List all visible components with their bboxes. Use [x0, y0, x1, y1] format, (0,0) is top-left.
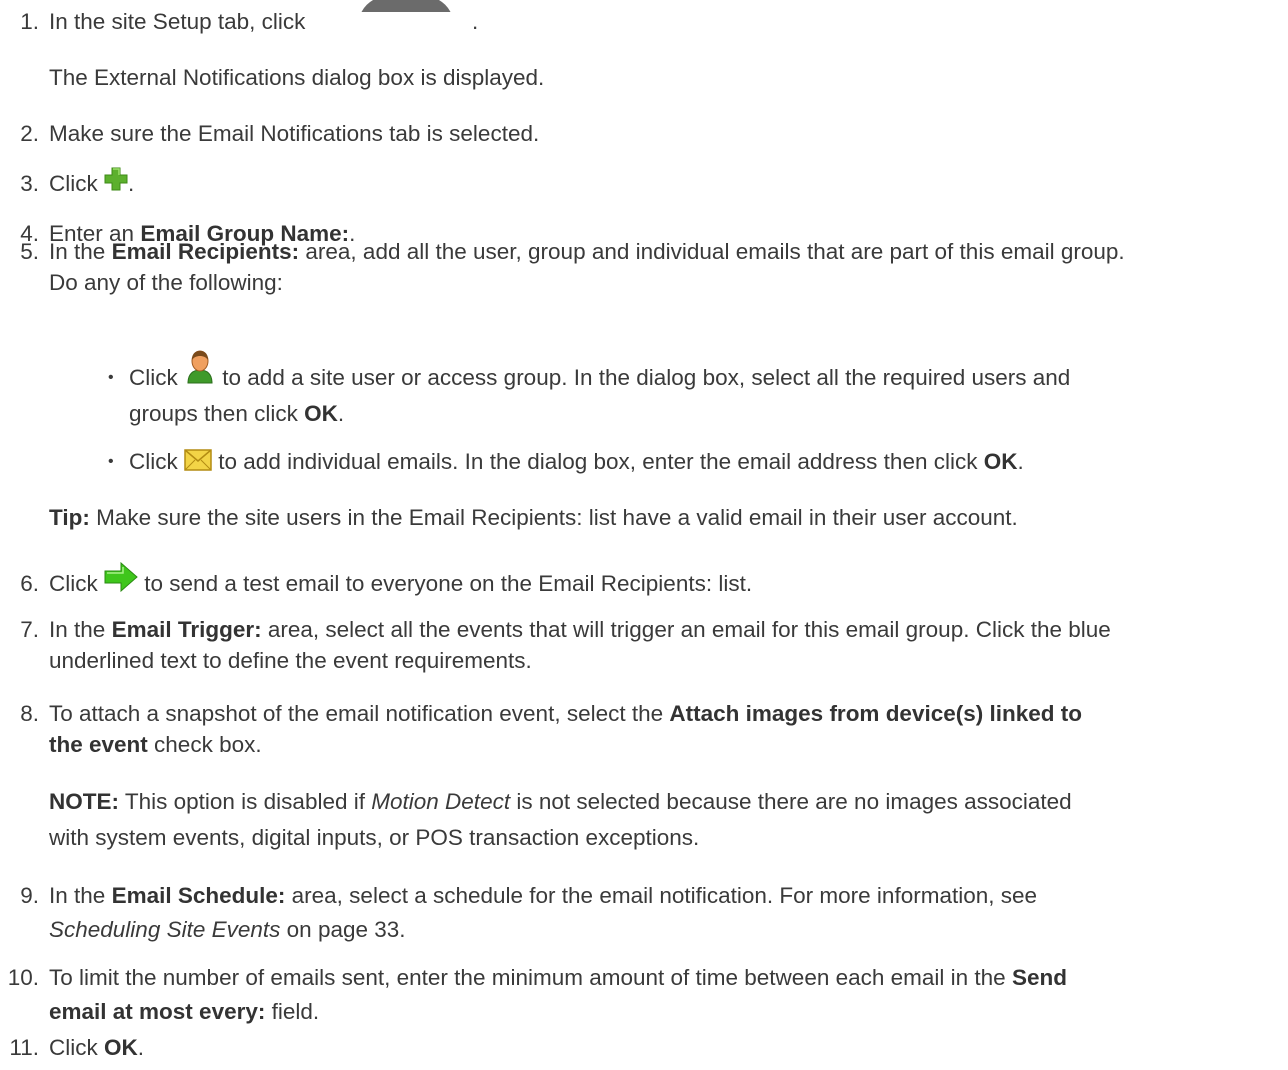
step-10-bold: Send	[1011, 965, 1067, 990]
step-7-line2: underlined text to define the event requ…	[49, 648, 532, 673]
step-number: 11.	[9, 1035, 39, 1060]
step-10-line2-post: field.	[271, 999, 320, 1024]
step-number: 8.	[20, 701, 39, 726]
step-8-pre: To attach a snapshot of the email notifi…	[49, 701, 664, 726]
bullet-1-post: to add a site user or access group. In t…	[222, 365, 1071, 390]
step-3-text: Click .	[49, 167, 135, 199]
step-8-line2: the event check box.	[49, 729, 262, 760]
step-7-text: In the Email Trigger: area, select all t…	[49, 614, 1111, 645]
step-9-pre: In the	[49, 883, 106, 908]
note-pre: This option is disabled if	[124, 789, 365, 814]
scheduling-link[interactable]: Scheduling Site Events	[49, 917, 280, 942]
step-8-bold: Attach images from device(s) linked to	[669, 701, 1082, 726]
bullet-2-ok: OK	[983, 449, 1018, 474]
bullet-1-pre: Click	[129, 365, 178, 390]
tip-body: Make sure the site users in the Email Re…	[96, 505, 1018, 530]
step-8-line2-post: check box.	[154, 732, 262, 757]
step-9-line2-post: on page 33.	[286, 917, 406, 942]
step-5-bold: Email Recipients:	[111, 239, 300, 264]
tip-label: Tip:	[49, 505, 90, 530]
bullet-1-line2-pre: groups then click	[129, 401, 298, 426]
step-8-line2-bold: the event	[49, 732, 148, 757]
step-10-line2: email at most every: field.	[49, 996, 319, 1027]
step-10-line2-bold: email at most every:	[49, 999, 266, 1024]
step-5-text: In the Email Recipients: area, add all t…	[49, 236, 1125, 267]
note-italic: Motion Detect	[371, 789, 511, 814]
tip-text: Tip: Make sure the site users in the Ema…	[49, 502, 1018, 533]
step-8-text: To attach a snapshot of the email notifi…	[49, 698, 1082, 729]
step-6-pre: Click	[49, 571, 98, 596]
step-7-pre: In the	[49, 617, 106, 642]
step-1-result: The External Notifications dialog box is…	[49, 65, 545, 90]
step-10-text: To limit the number of emails sent, ente…	[49, 962, 1067, 993]
note-label: NOTE:	[49, 789, 119, 814]
step-1-pre: In the site Setup tab, click	[49, 9, 306, 34]
step-number: 5.	[20, 239, 39, 264]
step-number: 10.	[7, 965, 39, 990]
step-3-pre: Click	[49, 171, 98, 196]
bullet-1-ok: OK	[304, 401, 338, 426]
toolbar-button-icon	[348, 0, 466, 12]
green-arrow-icon	[104, 561, 138, 593]
step-9-bold: Email Schedule:	[111, 883, 286, 908]
bullet-dot: •	[108, 453, 114, 470]
step-7-post: area, select all the events that will tr…	[267, 617, 1111, 642]
bullet-2-text: Click to add individual emails. In the d…	[129, 446, 1024, 477]
step-9-text: In the Email Schedule: area, select a sc…	[49, 880, 1037, 911]
bullet-1-line2: groups then click OK.	[129, 398, 344, 429]
bullet-1-text: Click to add a site user or access group…	[129, 350, 1071, 396]
note-text: NOTE: This option is disabled if Motion …	[49, 786, 1072, 817]
step-2-text: Make sure the Email Notifications tab is…	[49, 121, 540, 146]
bullet-1-line2-post: .	[337, 401, 345, 426]
bullet-2-pre: Click	[129, 449, 178, 474]
envelope-icon	[184, 448, 212, 471]
note-line2: with system events, digital inputs, or P…	[49, 825, 700, 850]
step-5-line2: Do any of the following:	[49, 270, 283, 295]
user-icon	[184, 350, 216, 384]
step-6-text: Click to send a test email to everyone o…	[49, 561, 753, 600]
step-11-pre: Click	[49, 1035, 98, 1060]
step-number: 9.	[20, 883, 39, 908]
step-11-bold: OK	[104, 1035, 138, 1060]
note-post: is not selected because there are no ima…	[516, 789, 1072, 814]
step-number: 2.	[20, 121, 39, 146]
add-plus-icon	[104, 167, 128, 191]
step-9-post: area, select a schedule for the email no…	[291, 883, 1038, 908]
step-number: 6.	[20, 571, 39, 596]
bullet-dot: •	[108, 369, 114, 386]
step-11-text: Click OK.	[49, 1032, 144, 1063]
step-6-post: to send a test email to everyone on the …	[144, 571, 753, 596]
step-5-post: area, add all the user, group and indivi…	[305, 239, 1125, 264]
step-number: 3.	[20, 171, 39, 196]
step-1-text: In the site Setup tab, click	[49, 6, 305, 37]
step-10-pre: To limit the number of emails sent, ente…	[49, 965, 1006, 990]
bullet-2-end: .	[1017, 449, 1024, 474]
step-11-post: .	[137, 1035, 145, 1060]
step-number: 7.	[20, 617, 39, 642]
step-7-bold: Email Trigger:	[111, 617, 262, 642]
step-number: 1.	[20, 9, 39, 34]
step-9-line2: Scheduling Site Events on page 33.	[49, 914, 406, 945]
bullet-2-post: to add individual emails. In the dialog …	[218, 449, 978, 474]
step-1-post: .	[472, 9, 479, 34]
step-5-pre: In the	[49, 239, 106, 264]
step-3-post: .	[128, 171, 135, 196]
